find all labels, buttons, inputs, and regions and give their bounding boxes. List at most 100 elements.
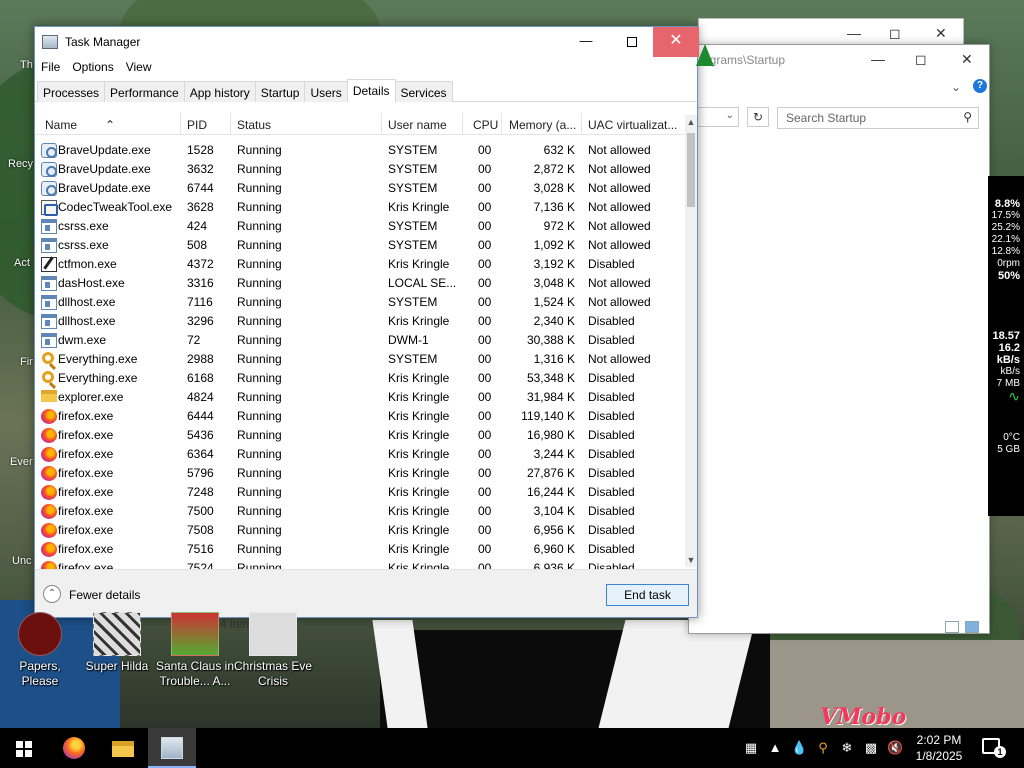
table-row[interactable]: firefox.exe 7516 Running Kris Kringle 00 6,96… bbox=[35, 539, 685, 558]
process-user: Kris Kringle bbox=[388, 390, 450, 404]
column-header-cpu[interactable]: CPU bbox=[473, 118, 498, 132]
desktop-icon-label[interactable]: Th bbox=[20, 59, 33, 71]
process-uac: Not allowed bbox=[588, 219, 651, 233]
title-bar[interactable]: Task Manager — ✕ bbox=[35, 27, 699, 57]
start-button[interactable] bbox=[0, 728, 48, 768]
gadget-value: 22.1% bbox=[991, 234, 1020, 245]
volume-muted-icon[interactable]: 🔇 bbox=[887, 740, 903, 756]
snowflake-icon[interactable]: ❄ bbox=[839, 740, 855, 756]
gadget-value: kB/s bbox=[1000, 366, 1020, 377]
gadget-value: 25.2% bbox=[991, 222, 1020, 233]
table-row[interactable]: dllhost.exe 3296 Running Kris Kringle 00 2,34… bbox=[35, 311, 685, 330]
desktop-icon-label[interactable]: Fir bbox=[20, 356, 33, 368]
desktop-icon-super-hilda[interactable]: Super Hilda bbox=[77, 612, 157, 674]
process-uac: Disabled bbox=[588, 561, 635, 569]
table-row[interactable]: ctfmon.exe 4372 Running Kris Kringle 00 3,192… bbox=[35, 254, 685, 273]
desktop-icon-label[interactable]: Act bbox=[14, 257, 30, 269]
refresh-button[interactable]: ↻ bbox=[747, 107, 769, 127]
column-header-pid[interactable]: PID bbox=[187, 118, 207, 132]
table-row[interactable]: csrss.exe 508 Running SYSTEM 00 1,092 K Not al… bbox=[35, 235, 685, 254]
details-view-icon[interactable] bbox=[945, 621, 959, 633]
desktop-icon-santa-claus[interactable]: Santa Claus in Trouble... A... bbox=[155, 612, 235, 689]
column-header-memory[interactable]: Memory (a... bbox=[509, 118, 576, 132]
table-row[interactable]: firefox.exe 6444 Running Kris Kringle 00 119,… bbox=[35, 406, 685, 425]
menu-file[interactable]: File bbox=[35, 57, 66, 79]
table-row[interactable]: firefox.exe 5436 Running Kris Kringle 00 16,9… bbox=[35, 425, 685, 444]
search-everything-icon[interactable]: ⚲ bbox=[815, 740, 831, 756]
search-placeholder: Search Startup bbox=[786, 111, 867, 125]
vertical-scrollbar[interactable]: ▲ ▼ bbox=[685, 115, 697, 567]
table-row[interactable]: firefox.exe 7500 Running Kris Kringle 00 3,10… bbox=[35, 501, 685, 520]
tab-processes[interactable]: Processes bbox=[37, 81, 106, 102]
column-header-status[interactable]: Status bbox=[237, 118, 271, 132]
tab-startup[interactable]: Startup bbox=[254, 81, 306, 102]
minimize-button[interactable]: — bbox=[563, 27, 609, 57]
table-row[interactable]: dasHost.exe 3316 Running LOCAL SE... 00 3,048… bbox=[35, 273, 685, 292]
process-uac: Disabled bbox=[588, 409, 635, 423]
clock[interactable]: 2:02 PM 1/8/2025 bbox=[908, 732, 970, 764]
tab-users[interactable]: Users bbox=[304, 81, 348, 102]
table-row[interactable]: firefox.exe 7508 Running Kris Kringle 00 6,95… bbox=[35, 520, 685, 539]
tab-performance[interactable]: Performance bbox=[104, 81, 185, 102]
table-row[interactable]: BraveUpdate.exe 3632 Running SYSTEM 00 2,872 … bbox=[35, 159, 685, 178]
table-row[interactable]: explorer.exe 4824 Running Kris Kringle 00 31,… bbox=[35, 387, 685, 406]
table-row[interactable]: dllhost.exe 7116 Running SYSTEM 00 1,524 K Not… bbox=[35, 292, 685, 311]
taskbar-firefox[interactable] bbox=[50, 728, 98, 768]
menu-view[interactable]: View bbox=[120, 57, 158, 79]
maximize-icon[interactable]: ◻ bbox=[889, 25, 901, 42]
chevron-down-icon[interactable]: ⌄ bbox=[951, 80, 961, 94]
close-icon[interactable]: ✕ bbox=[961, 51, 973, 68]
desktop-icon-label[interactable]: Unc bbox=[12, 555, 32, 567]
maximize-button[interactable] bbox=[609, 27, 655, 57]
process-status: Running bbox=[237, 466, 282, 480]
droplet-icon[interactable]: 💧 bbox=[791, 740, 807, 756]
fewer-details-link[interactable]: Fewer details bbox=[69, 588, 140, 602]
large-icons-view-icon[interactable] bbox=[965, 621, 979, 633]
table-row[interactable]: csrss.exe 424 Running SYSTEM 00 972 K Not allo… bbox=[35, 216, 685, 235]
desktop-icon-christmas-eve-crisis[interactable]: Christmas Eve Crisis bbox=[233, 612, 313, 689]
table-row[interactable]: BraveUpdate.exe 6744 Running SYSTEM 00 3,028 … bbox=[35, 178, 685, 197]
desktop-icon-label[interactable]: Recy bbox=[8, 158, 33, 170]
task-manager-window[interactable]: Task Manager — ✕ File Options View Proce… bbox=[34, 26, 699, 618]
minimize-icon[interactable]: — bbox=[871, 51, 885, 67]
desktop-icon-label[interactable]: Ever bbox=[10, 456, 33, 468]
column-header-uac[interactable]: UAC virtualizat... bbox=[588, 118, 677, 132]
display-icon[interactable]: ▦ bbox=[743, 740, 759, 756]
table-row[interactable]: dwm.exe 72 Running DWM-1 00 30,388 K Disabled bbox=[35, 330, 685, 349]
column-header-name[interactable]: Name bbox=[45, 118, 77, 132]
column-header-user[interactable]: User name bbox=[388, 118, 447, 132]
close-icon[interactable]: ✕ bbox=[935, 25, 947, 42]
minimize-icon[interactable]: — bbox=[847, 25, 861, 41]
chevron-up-icon[interactable]: ⌃ bbox=[43, 585, 61, 603]
table-row[interactable]: BraveUpdate.exe 1528 Running SYSTEM 00 632 K N… bbox=[35, 140, 685, 159]
close-button[interactable]: ✕ bbox=[653, 27, 699, 57]
desktop-icon-papers-please[interactable]: Papers, Please bbox=[0, 612, 80, 689]
table-row[interactable]: firefox.exe 7524 Running Kris Kringle 00 6,93… bbox=[35, 558, 685, 569]
chevron-down-icon[interactable]: ⌄ bbox=[726, 110, 734, 121]
table-row[interactable]: firefox.exe 6364 Running Kris Kringle 00 3,24… bbox=[35, 444, 685, 463]
tab-services[interactable]: Services bbox=[394, 81, 453, 102]
end-task-button[interactable]: End task bbox=[606, 584, 689, 606]
maximize-icon[interactable]: ◻ bbox=[915, 51, 927, 68]
help-icon[interactable]: ? bbox=[973, 79, 987, 93]
tab-details[interactable]: Details bbox=[346, 79, 396, 102]
scroll-down-icon[interactable]: ▼ bbox=[685, 553, 697, 567]
process-pid: 6364 bbox=[187, 447, 214, 461]
tab-app-history[interactable]: App history bbox=[183, 81, 256, 102]
menu-options[interactable]: Options bbox=[66, 57, 119, 79]
explorer-window[interactable]: rograms\Startup — ◻ ✕ ⌄ ? ⌄ ↻ Search Sta… bbox=[688, 44, 990, 634]
table-row[interactable]: firefox.exe 5796 Running Kris Kringle 00 27,8… bbox=[35, 463, 685, 482]
search-input[interactable]: Search Startup ⚲ bbox=[777, 107, 979, 129]
status-bar bbox=[689, 619, 989, 635]
network-share-icon[interactable]: ▲ bbox=[767, 740, 783, 756]
taskbar-task-manager[interactable] bbox=[148, 728, 196, 768]
taskbar-file-explorer[interactable] bbox=[99, 728, 147, 768]
scroll-thumb[interactable] bbox=[687, 133, 695, 207]
network-icon[interactable]: ▩ bbox=[863, 740, 879, 756]
scroll-up-icon[interactable]: ▲ bbox=[685, 115, 697, 129]
table-row[interactable]: CodecTweakTool.exe 3628 Running Kris Kringl… bbox=[35, 197, 685, 216]
table-row[interactable]: firefox.exe 7248 Running Kris Kringle 00 16,2… bbox=[35, 482, 685, 501]
table-row[interactable]: Everything.exe 2988 Running SYSTEM 00 1,316 K… bbox=[35, 349, 685, 368]
firefox-icon bbox=[63, 737, 85, 759]
table-row[interactable]: Everything.exe 6168 Running Kris Kringle 00 5… bbox=[35, 368, 685, 387]
